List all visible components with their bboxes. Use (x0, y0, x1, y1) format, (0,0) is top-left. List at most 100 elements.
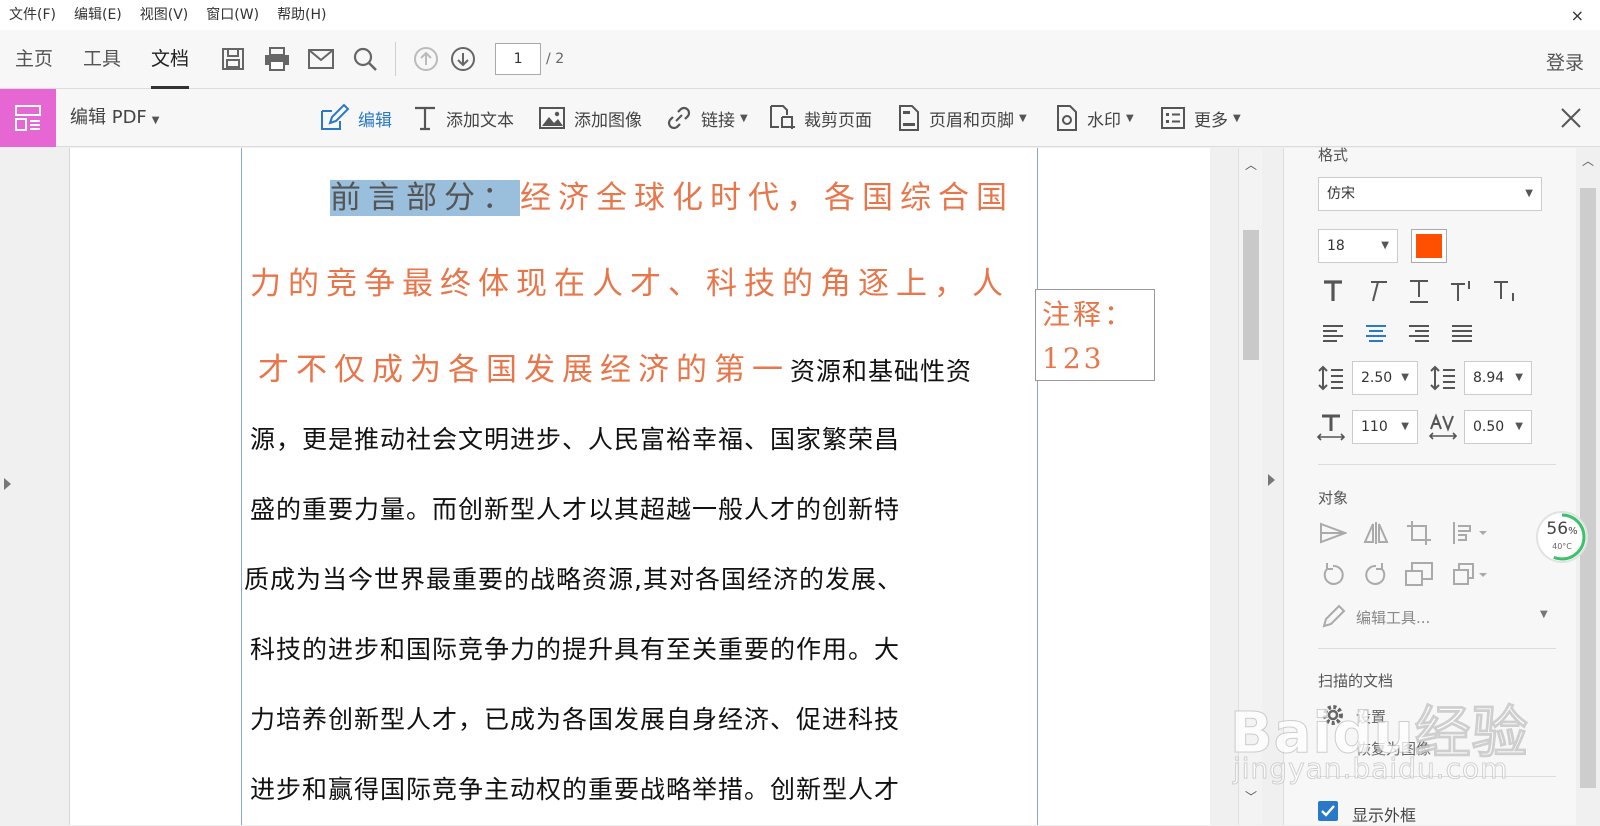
font-family-value: 仿宋 (1327, 186, 1355, 202)
selected-text[interactable]: 前言部分： (330, 180, 520, 216)
edit-tools-label: 编辑工具... (1356, 609, 1431, 627)
tab-home[interactable]: 主页 (0, 30, 68, 89)
doc-line-9[interactable]: 进步和赢得国际竞争主动权的重要战略举措。创新型人才 (250, 770, 1030, 806)
window-close-button[interactable]: × (1571, 6, 1584, 25)
horizontal-scale-select[interactable]: 110 ▼ (1352, 410, 1418, 444)
subscript-text-icon[interactable] (1490, 276, 1520, 306)
more-dropdown[interactable]: 更多 ▼ (1160, 89, 1241, 147)
superscript-text-icon[interactable] (1447, 276, 1477, 306)
text-color-picker[interactable] (1411, 229, 1447, 263)
rotate-left-icon[interactable] (1318, 560, 1348, 590)
doc-line-1[interactable]: 前言部分：经济全球化时代，各国综合国 (330, 172, 1110, 217)
menu-file[interactable]: 文件(F) (0, 0, 65, 30)
menu-window[interactable]: 窗口(W) (197, 0, 268, 30)
tab-document[interactable]: 文档 (136, 30, 204, 89)
doc-line-7[interactable]: 科技的进步和国际竞争力的提升具有至关重要的作用。大 (250, 630, 1030, 666)
next-page-icon[interactable] (448, 44, 478, 74)
menu-help[interactable]: 帮助(H) (268, 0, 335, 30)
page-number-input[interactable]: 1 (495, 43, 542, 75)
chevron-down-icon: ▼ (1515, 421, 1523, 432)
menu-view[interactable]: 视图(V) (131, 0, 198, 30)
expand-left-icon (4, 478, 11, 490)
replace-image-icon[interactable] (1404, 560, 1434, 590)
document-view[interactable]: 前言部分：经济全球化时代，各国综合国 力的竞争最终体现在人才、科技的角逐上，人 … (70, 148, 1210, 825)
login-button[interactable]: 登录 (1546, 48, 1584, 75)
watermark-dropdown[interactable]: 水印 ▼ (1055, 89, 1134, 147)
previous-page-icon[interactable] (411, 44, 441, 74)
edit-pdf-icon (0, 89, 56, 147)
chevron-down-icon: ▼ (1019, 112, 1027, 124)
performance-gauge[interactable]: 56% 40°C (1535, 510, 1589, 564)
annotation-textbox[interactable]: 注释： 123 (1035, 289, 1155, 381)
show-frame-checkbox[interactable] (1318, 801, 1338, 821)
line-spacing-icon (1316, 363, 1346, 393)
align-justify-icon[interactable] (1447, 318, 1477, 348)
paragraph-spacing-select[interactable]: 8.94 ▼ (1464, 361, 1532, 395)
flip-horizontal-icon[interactable] (1318, 518, 1348, 548)
flip-vertical-icon[interactable] (1361, 518, 1391, 548)
gauge-temperature: 40°C (1552, 542, 1572, 551)
edit-pdf-title: 编辑 PDF (70, 107, 147, 128)
doc-line-3-orange: 才不仅成为各国发展经济的第一 (258, 352, 790, 388)
close-edit-pdf-button[interactable] (1556, 103, 1586, 133)
font-family-select[interactable]: 仿宋 ▼ (1318, 177, 1542, 211)
toolbar-separator (395, 42, 397, 76)
bold-text-icon[interactable] (1318, 276, 1348, 306)
align-right-icon[interactable] (1404, 318, 1434, 348)
scrollbar-thumb[interactable] (1243, 230, 1259, 360)
doc-line-8[interactable]: 力培养创新型人才，已成为各国发展自身经济、促进科技 (250, 700, 1030, 736)
object-section-title: 对象 (1318, 489, 1349, 507)
crop-page-button[interactable]: 裁剪页面 (768, 89, 872, 147)
chevron-up-icon[interactable]: ︿ (1582, 152, 1594, 169)
edit-tool-button[interactable]: 编辑 (318, 89, 392, 147)
annotation-line-1: 注释： (1042, 298, 1136, 331)
link-dropdown[interactable]: 链接 ▼ (665, 89, 748, 147)
search-icon[interactable] (350, 44, 380, 74)
character-spacing-select[interactable]: 0.50 ▼ (1464, 410, 1532, 444)
panel-scrollbar-thumb[interactable] (1580, 188, 1596, 788)
edit-tools-dropdown[interactable]: 编辑工具... (1356, 607, 1430, 628)
tab-tools[interactable]: 工具 (68, 30, 136, 89)
doc-line-3[interactable]: 才不仅成为各国发展经济的第一资源和基础性资 (258, 344, 1038, 389)
italic-text-icon[interactable] (1361, 276, 1391, 306)
chevron-down-icon[interactable]: ▼ (1540, 609, 1548, 620)
print-icon[interactable] (262, 44, 292, 74)
arrange-dropdown[interactable] (1449, 560, 1491, 590)
crop-image-icon[interactable] (1404, 518, 1434, 548)
image-icon (539, 107, 565, 129)
close-icon (1561, 108, 1581, 128)
header-footer-dropdown[interactable]: 页眉和页脚 ▼ (897, 89, 1027, 147)
link-icon (667, 106, 691, 130)
format-section-title: 格式 (1318, 146, 1349, 164)
font-size-select[interactable]: 18 ▼ (1318, 229, 1398, 263)
chevron-down-icon: ▼ (151, 115, 160, 126)
line-spacing-select[interactable]: 2.50 ▼ (1352, 361, 1418, 395)
align-objects-dropdown[interactable] (1449, 518, 1491, 548)
doc-line-3-black: 资源和基础性资 (790, 357, 973, 386)
chevron-up-icon[interactable]: ︿ (1245, 156, 1257, 173)
add-image-button[interactable]: 添加图像 (538, 89, 642, 147)
paragraph-spacing-icon (1428, 363, 1458, 393)
menu-edit[interactable]: 编辑(E) (65, 0, 131, 30)
align-center-icon[interactable] (1361, 318, 1391, 348)
doc-line-2[interactable]: 力的竞争最终体现在人才、科技的角逐上，人 (250, 258, 1030, 303)
show-frame-label: 显示外框 (1352, 806, 1417, 825)
chevron-down-icon: ▼ (1401, 372, 1409, 383)
underline-text-icon[interactable] (1404, 276, 1434, 306)
doc-line-5[interactable]: 盛的重要力量。而创新型人才以其超越一般人才的创新特 (250, 490, 1030, 526)
pencil-icon (1318, 602, 1348, 632)
chevron-down-icon[interactable]: ﹀ (1245, 788, 1257, 805)
align-left-icon[interactable] (1318, 318, 1348, 348)
chevron-down-icon: ▼ (740, 112, 748, 124)
save-icon[interactable] (218, 44, 248, 74)
mail-icon[interactable] (306, 44, 336, 74)
crop-page-label: 裁剪页面 (804, 110, 872, 131)
menu-bar: 文件(F) 编辑(E) 视图(V) 窗口(W) 帮助(H) × (0, 0, 1600, 30)
doc-line-4[interactable]: 源，更是推动社会文明进步、人民富裕幸福、国家繁荣昌 (250, 420, 1030, 456)
panel-scrollbar[interactable]: ︿ (1576, 148, 1600, 825)
add-text-button[interactable]: 添加文本 (412, 89, 514, 147)
edit-pdf-dropdown[interactable]: 编辑 PDF ▼ (70, 89, 160, 150)
rotate-right-icon[interactable] (1361, 560, 1391, 590)
doc-line-6[interactable]: 质成为当今世界最重要的战略资源,其对各国经济的发展、 (244, 560, 1024, 596)
left-panel-toggle[interactable] (0, 148, 70, 825)
